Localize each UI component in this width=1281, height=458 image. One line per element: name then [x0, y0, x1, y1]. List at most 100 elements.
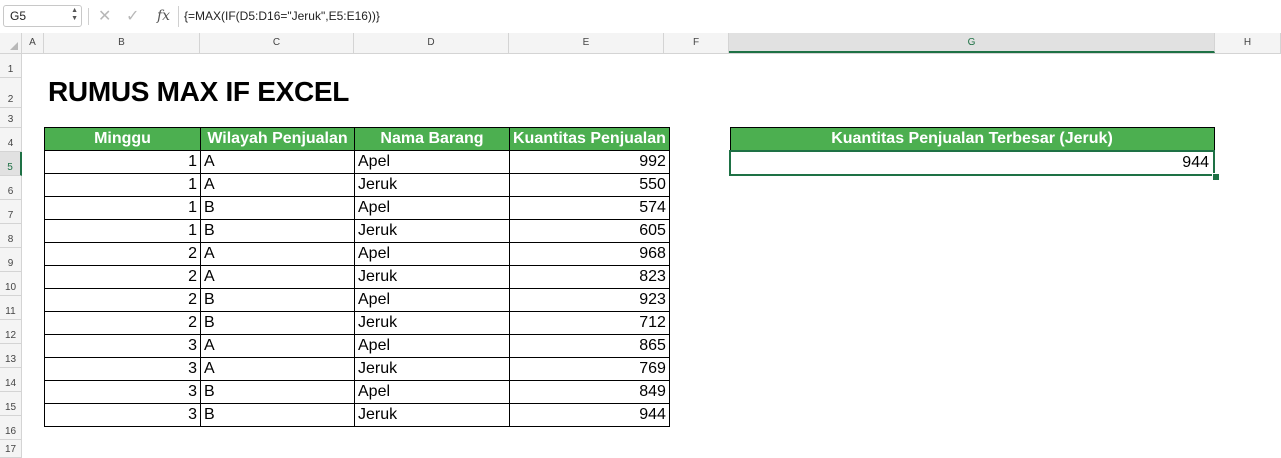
row-header-2[interactable]: 2	[0, 78, 22, 108]
row-header-3[interactable]: 3	[0, 108, 22, 128]
table-row: 3 A Jeruk 769	[44, 357, 670, 381]
cell-nama-barang[interactable]: Jeruk	[354, 219, 510, 243]
cell-nama-barang[interactable]: Jeruk	[354, 357, 510, 381]
cell-wilayah[interactable]: B	[200, 219, 355, 243]
table-row: 2 B Apel 923	[44, 288, 670, 312]
row-header-15[interactable]: 15	[0, 392, 22, 416]
result-row: 944	[729, 149, 1215, 176]
row-header-14[interactable]: 14	[0, 368, 22, 392]
row-header-1[interactable]: 1	[0, 54, 22, 78]
column-header-g[interactable]: G	[729, 33, 1215, 53]
sheet-title[interactable]: RUMUS MAX IF EXCEL	[48, 76, 349, 108]
row-header-4[interactable]: 4	[0, 128, 22, 152]
cell-kuantitas[interactable]: 574	[509, 196, 670, 220]
cell-wilayah[interactable]: A	[200, 334, 355, 358]
cell-nama-barang[interactable]: Apel	[354, 334, 510, 358]
cell-nama-barang[interactable]: Apel	[354, 150, 510, 174]
cell-wilayah[interactable]: A	[200, 357, 355, 381]
row-header-17[interactable]: 17	[0, 440, 22, 458]
row-header-12[interactable]: 12	[0, 320, 22, 344]
result-header[interactable]: Kuantitas Penjualan Terbesar (Jeruk)	[729, 127, 1215, 151]
name-box-value: G5	[10, 9, 27, 23]
cell-minggu[interactable]: 3	[44, 334, 201, 358]
sales-table: Minggu Wilayah Penjualan Nama Barang Kua…	[44, 127, 670, 427]
table-header-row: Minggu Wilayah Penjualan Nama Barang Kua…	[44, 127, 670, 151]
row-header-10[interactable]: 10	[0, 272, 22, 296]
cell-kuantitas[interactable]: 823	[509, 265, 670, 289]
header-nama-barang[interactable]: Nama Barang	[354, 127, 510, 151]
cell-wilayah[interactable]: B	[200, 380, 355, 404]
cell-minggu[interactable]: 1	[44, 150, 201, 174]
enter-icon[interactable]: ✓	[126, 6, 139, 26]
column-header-row: A B C D E F G H	[0, 33, 1281, 54]
cell-kuantitas[interactable]: 968	[509, 242, 670, 266]
row-header-9[interactable]: 9	[0, 248, 22, 272]
cell-nama-barang[interactable]: Apel	[354, 242, 510, 266]
table-row: 2 A Apel 968	[44, 242, 670, 266]
cell-wilayah[interactable]: B	[200, 288, 355, 312]
header-wilayah-penjualan[interactable]: Wilayah Penjualan	[200, 127, 355, 151]
column-header-b[interactable]: B	[44, 33, 200, 53]
row-header-5[interactable]: 5	[0, 152, 22, 176]
cell-wilayah[interactable]: B	[200, 403, 355, 427]
cell-nama-barang[interactable]: Jeruk	[354, 265, 510, 289]
cell-minggu[interactable]: 2	[44, 265, 201, 289]
header-minggu[interactable]: Minggu	[44, 127, 201, 151]
cell-wilayah[interactable]: B	[200, 196, 355, 220]
cell-kuantitas[interactable]: 769	[509, 357, 670, 381]
column-header-c[interactable]: C	[200, 33, 354, 53]
column-header-f[interactable]: F	[664, 33, 729, 53]
result-cell-selected[interactable]: 944	[729, 149, 1215, 176]
cell-kuantitas[interactable]: 849	[509, 380, 670, 404]
cell-minggu[interactable]: 3	[44, 403, 201, 427]
cell-kuantitas[interactable]: 605	[509, 219, 670, 243]
cell-minggu[interactable]: 1	[44, 196, 201, 220]
column-header-d[interactable]: D	[354, 33, 509, 53]
cell-kuantitas[interactable]: 550	[509, 173, 670, 197]
cell-kuantitas[interactable]: 944	[509, 403, 670, 427]
insert-function-icon[interactable]: fx	[157, 8, 170, 24]
cell-wilayah[interactable]: A	[200, 242, 355, 266]
cancel-icon[interactable]: ✕	[98, 6, 111, 26]
fill-handle[interactable]	[1212, 173, 1220, 181]
cell-nama-barang[interactable]: Apel	[354, 380, 510, 404]
cell-kuantitas[interactable]: 712	[509, 311, 670, 335]
column-header-e[interactable]: E	[509, 33, 664, 53]
cell-kuantitas[interactable]: 992	[509, 150, 670, 174]
row-header-11[interactable]: 11	[0, 296, 22, 320]
row-header-8[interactable]: 8	[0, 224, 22, 248]
name-box-stepper-icon[interactable]: ▲ ▼	[71, 7, 78, 23]
formula-input[interactable]: {=MAX(IF(D5:D16="Jeruk",E5:E16))}	[184, 9, 380, 23]
table-row: 3 B Jeruk 944	[44, 403, 670, 427]
cell-wilayah[interactable]: A	[200, 265, 355, 289]
row-header-13[interactable]: 13	[0, 344, 22, 368]
column-header-h[interactable]: H	[1215, 33, 1281, 53]
cell-minggu[interactable]: 1	[44, 173, 201, 197]
cell-wilayah[interactable]: A	[200, 173, 355, 197]
cell-nama-barang[interactable]: Apel	[354, 196, 510, 220]
cell-nama-barang[interactable]: Jeruk	[354, 403, 510, 427]
cell-kuantitas[interactable]: 865	[509, 334, 670, 358]
cell-nama-barang[interactable]: Apel	[354, 288, 510, 312]
row-header-7[interactable]: 7	[0, 200, 22, 224]
column-header-a[interactable]: A	[22, 33, 44, 53]
cell-wilayah[interactable]: A	[200, 150, 355, 174]
cell-minggu[interactable]: 3	[44, 380, 201, 404]
row-header-6[interactable]: 6	[0, 176, 22, 200]
table-row: 2 B Jeruk 712	[44, 311, 670, 335]
cell-minggu[interactable]: 1	[44, 219, 201, 243]
cell-nama-barang[interactable]: Jeruk	[354, 173, 510, 197]
cell-minggu[interactable]: 3	[44, 357, 201, 381]
result-table: Kuantitas Penjualan Terbesar (Jeruk) 944	[729, 127, 1215, 176]
cell-minggu[interactable]: 2	[44, 311, 201, 335]
name-box[interactable]: G5 ▲ ▼	[3, 5, 82, 27]
cell-kuantitas[interactable]: 923	[509, 288, 670, 312]
header-kuantitas-penjualan[interactable]: Kuantitas Penjualan	[509, 127, 670, 151]
table-row: 1 A Jeruk 550	[44, 173, 670, 197]
cell-wilayah[interactable]: B	[200, 311, 355, 335]
select-all-corner[interactable]	[0, 33, 22, 53]
cell-nama-barang[interactable]: Jeruk	[354, 311, 510, 335]
cell-minggu[interactable]: 2	[44, 242, 201, 266]
row-header-16[interactable]: 16	[0, 416, 22, 440]
cell-minggu[interactable]: 2	[44, 288, 201, 312]
